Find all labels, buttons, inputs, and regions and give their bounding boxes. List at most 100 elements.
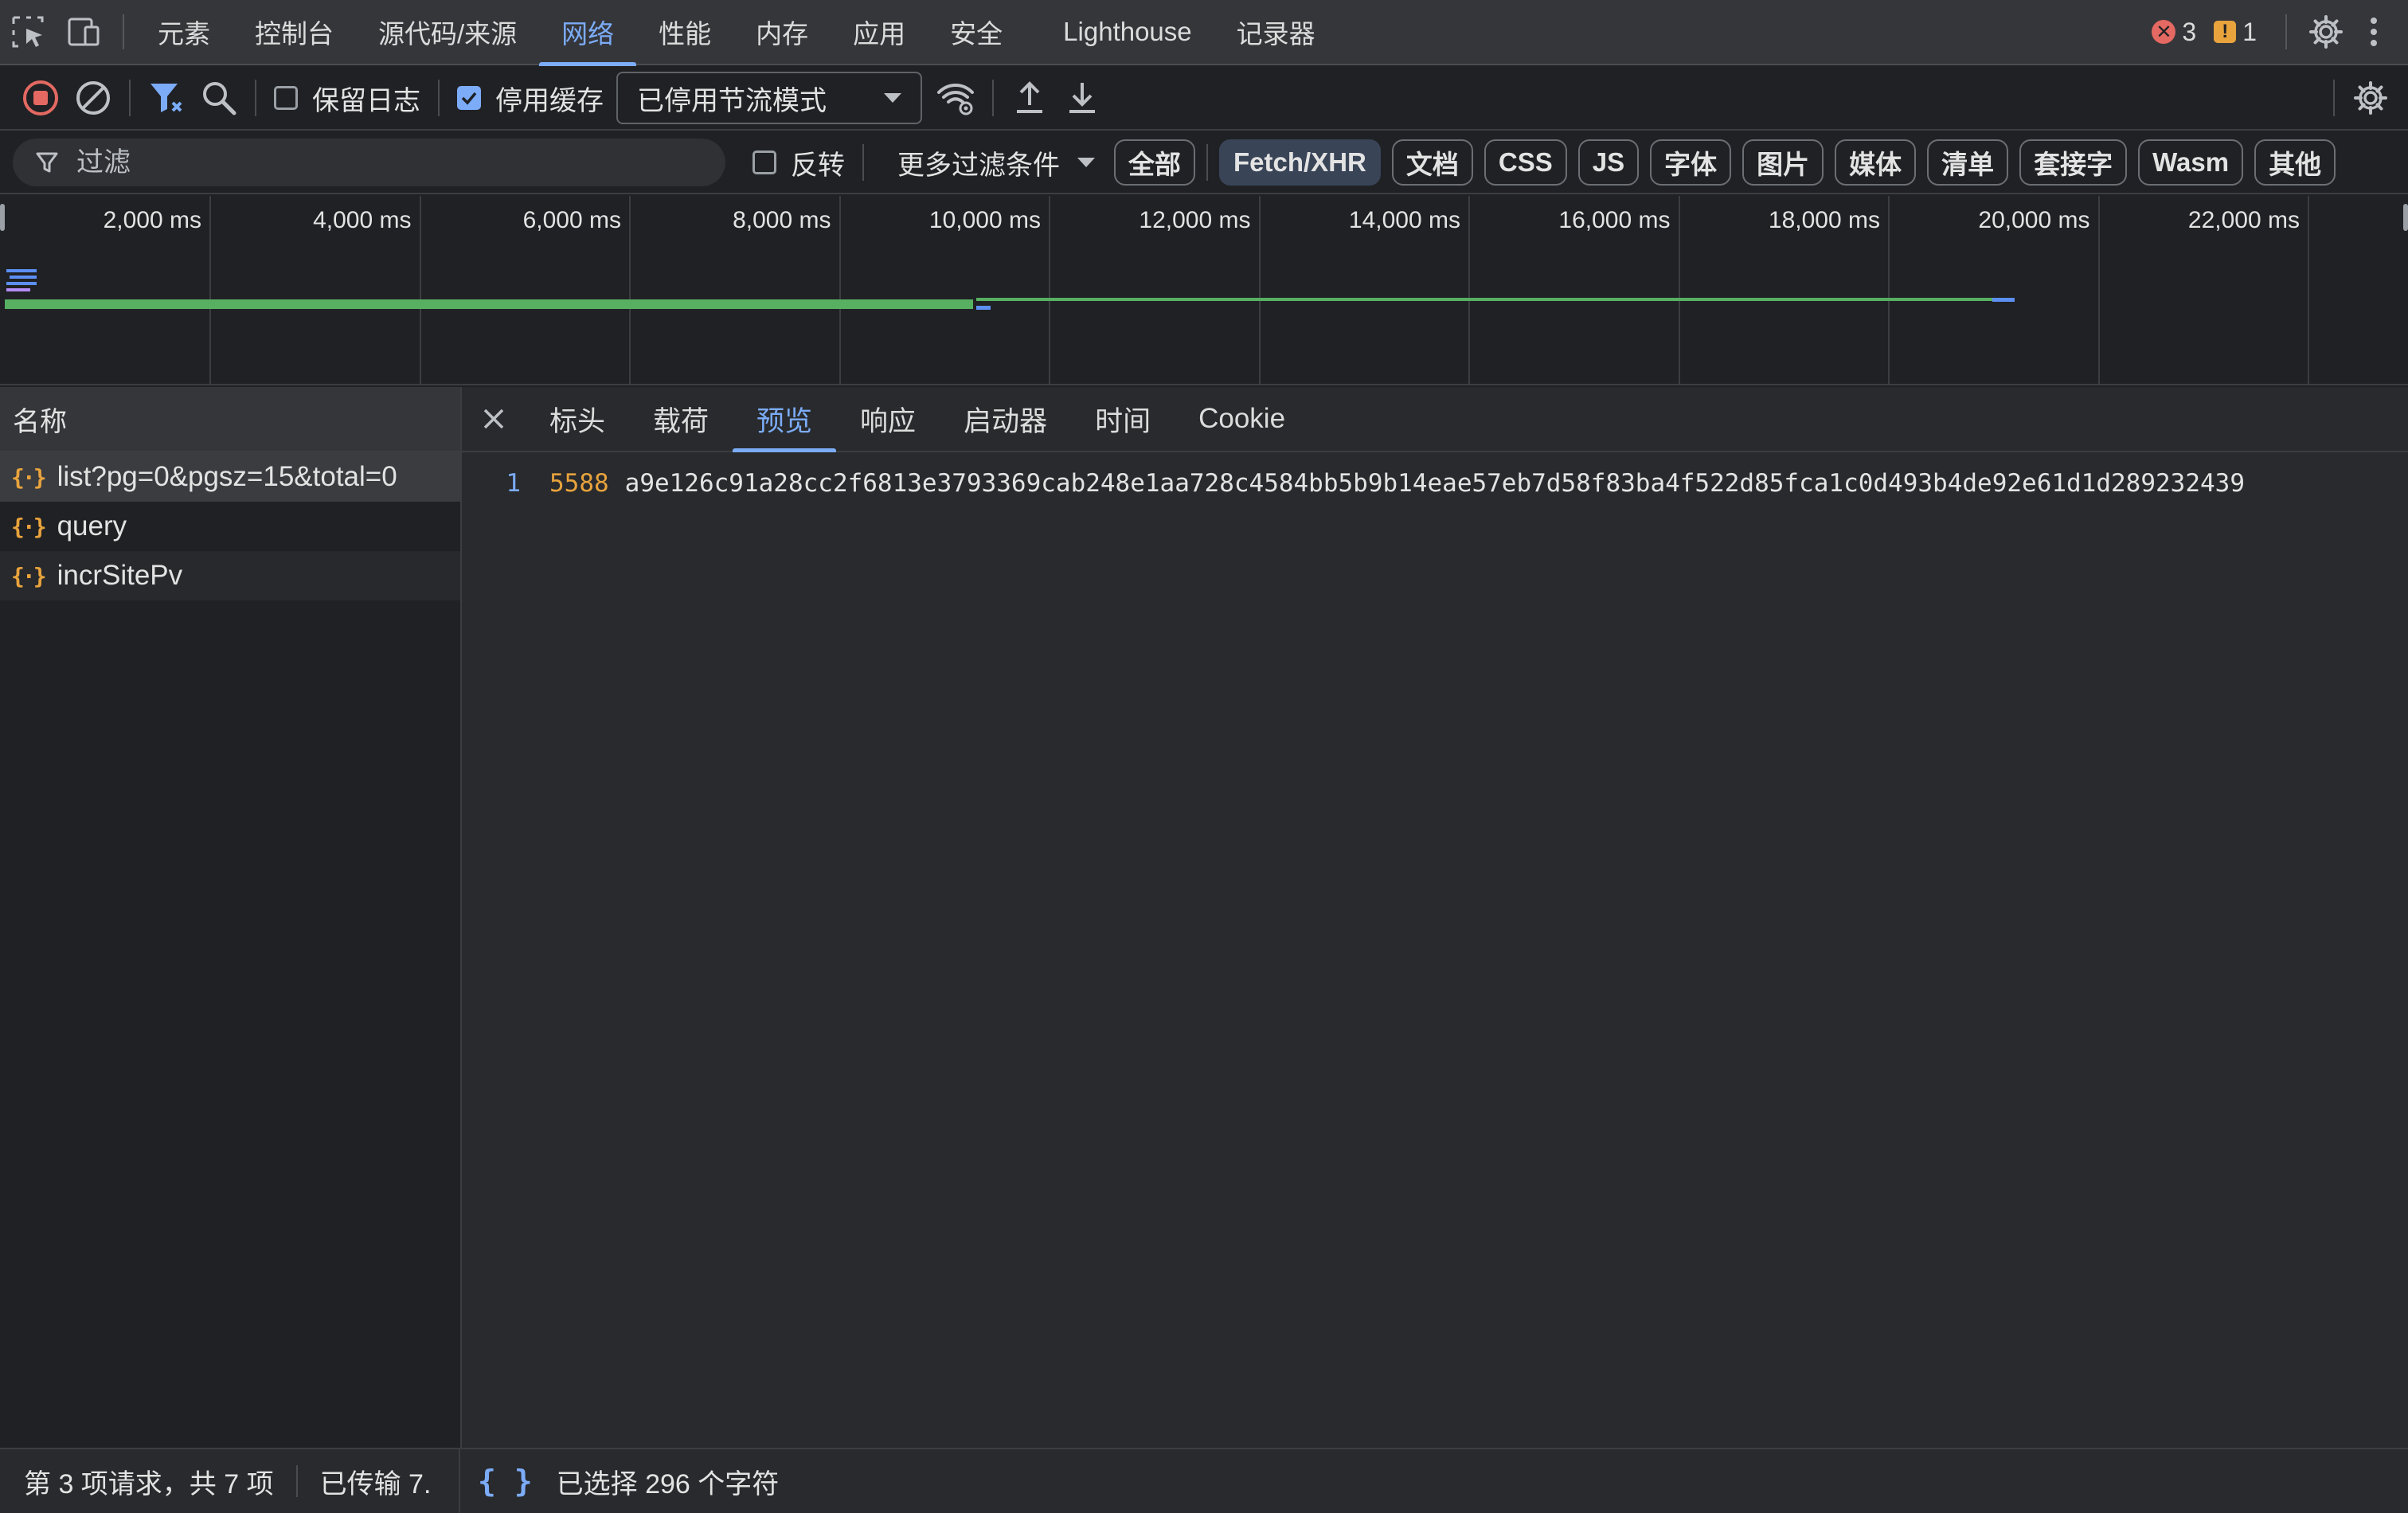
disable-cache-check-box[interactable] [457,86,481,110]
type-filter-chip-1[interactable]: Fetch/XHR [1219,139,1381,186]
request-name: query [57,510,127,541]
type-filter-chip-6[interactable]: 图片 [1742,139,1824,186]
chip-divider [1206,144,1208,181]
timeline-right-handle[interactable] [2403,204,2408,231]
selection-summary: 已选择 296 个字符 [556,1468,780,1499]
panel-tab-0[interactable]: 元素 [135,0,233,65]
timeline-overview[interactable]: 2,000 ms 4,000 ms 6,000 ms 8,000 ms 10,000 m… [0,196,2408,385]
filter-active-icon [150,84,182,112]
request-count-summary: 第 3 项请求，共 7 项 [24,1468,274,1499]
details-tab-bar: 标头 载荷 预览 响应 启动器 时间 Cookie [462,387,2408,452]
error-icon: ✕ [2152,20,2176,44]
settings-button[interactable] [2298,0,2354,65]
timeline-bar-download [6,269,37,272]
panel-tab-5[interactable]: 内存 [733,0,831,65]
type-filter-chip-11[interactable]: 其他 [2254,139,2336,186]
panel-tab-9[interactable]: 记录器 [1214,0,1338,65]
name-column-header[interactable]: 名称 [0,387,460,452]
timeline-left-handle[interactable] [0,204,5,231]
export-har-button[interactable] [1056,72,1108,124]
type-filter-chip-2[interactable]: 文档 [1391,139,1473,186]
request-row[interactable]: {·} list?pg=0&pgsz=15&total=0 [0,452,460,502]
more-filters-label: 更多过滤条件 [897,150,1060,181]
type-filter-chip-4[interactable]: JS [1577,139,1640,186]
network-conditions-button[interactable] [930,72,983,124]
panel-tab-8[interactable]: Lighthouse [1041,0,1214,65]
timeline-tick-label: 2,000 ms [103,207,201,233]
type-filter-chip-5[interactable]: 字体 [1650,139,1732,186]
panel-tab-1[interactable]: 控制台 [233,0,356,65]
details-tab-4[interactable]: 启动器 [940,387,1071,451]
timeline-bar-download [10,276,37,279]
gear-icon [2309,15,2343,49]
filter-input[interactable] [75,146,699,179]
device-toggle-icon [68,18,100,46]
disable-cache-checkbox[interactable]: 停用缓存 [457,79,604,118]
fetch-xhr-icon: {·} [11,513,47,540]
preserve-log-check-box[interactable] [274,86,298,110]
import-har-button[interactable] [1003,72,1056,124]
error-count[interactable]: ✕ 3 [2152,18,2196,47]
more-filters-dropdown[interactable]: 更多过滤条件 [897,143,1095,182]
devtools-tab-bar: 元素 控制台 源代码/来源 网络 性能 内存 应用 安全 Lighthouse 记录器 ✕ 3 !… [0,0,2408,66]
warning-count[interactable]: ! 1 [2214,18,2257,47]
timeline-bar-waiting [5,299,973,309]
request-row[interactable]: {·} incrSitePv [0,551,460,600]
filter-bar: 反转 更多过滤条件 全部 Fetch/XHR文档CSSJS字体图片媒体清单套接字W… [0,132,2408,194]
network-settings-button[interactable] [2344,72,2397,124]
details-tab-6[interactable]: Cookie [1175,387,1309,451]
type-filter-chip-10[interactable]: Wasm [2138,139,2244,186]
clear-button[interactable] [67,72,119,124]
search-button[interactable] [193,72,245,124]
chevron-down-icon [884,93,901,103]
filter-toggle-button[interactable] [140,72,193,124]
device-toolbar-button[interactable] [56,0,111,65]
details-tab-1[interactable]: 载荷 [629,387,733,451]
network-summary: 第 3 项请求，共 7 项 已传输 7. [0,1449,460,1513]
details-tab-3[interactable]: 响应 [836,387,940,451]
preview-line[interactable]: 1 5588 a9e126c91a28cc2f6813e3793369cab24… [462,463,2408,503]
status-bar: 第 3 项请求，共 7 项 已传输 7. { } 已选择 296 个字符 [0,1448,2408,1513]
preserve-log-checkbox[interactable]: 保留日志 [274,79,420,118]
pretty-print-icon[interactable]: { } [478,1464,533,1499]
timeline-gridline [838,196,841,384]
stop-recording-button[interactable] [14,72,67,124]
preview-status: { } 已选择 296 个字符 [460,1462,779,1501]
panel-tab-6[interactable]: 应用 [831,0,928,65]
network-toolbar: 保留日志 停用缓存 已停用节流模式 [0,67,2408,131]
type-filter-chip-9[interactable]: 套接字 [2019,139,2128,186]
type-filter-chip-3[interactable]: CSS [1484,139,1567,186]
request-row[interactable]: {·} query [0,502,460,551]
fetch-xhr-icon: {·} [11,562,47,589]
more-options-button[interactable] [2354,0,2394,65]
timeline-bar-queue [6,288,30,291]
type-filter-chip-7[interactable]: 媒体 [1835,139,1917,186]
status-divider [295,1465,298,1497]
panel-tab-3[interactable]: 网络 [539,0,637,66]
type-filter-chip-8[interactable]: 清单 [1927,139,2009,186]
panel-tab-7[interactable]: 安全 [928,0,1025,65]
request-list-pane: 名称 {·} list?pg=0&pgsz=15&total=0 {·} query{… [0,387,462,1449]
throttling-select[interactable]: 已停用节流模式 [616,72,922,124]
invert-check-box[interactable] [752,151,776,174]
inspect-element-button[interactable] [0,0,56,65]
panel-tab-4[interactable]: 性能 [636,0,733,65]
request-name: list?pg=0&pgsz=15&total=0 [57,461,397,492]
details-tab-5[interactable]: 时间 [1071,387,1175,451]
invert-label: 反转 [791,150,845,181]
timeline-tick-label: 6,000 ms [522,207,621,233]
timeline-tick-label: 12,000 ms [1139,207,1251,233]
preview-text-value: a9e126c91a28cc2f6813e3793369cab248e1aa72… [624,469,2245,498]
timeline-bar-download [6,282,37,285]
filter-field[interactable] [13,139,725,186]
close-details-button[interactable] [462,387,526,451]
details-tab-2[interactable]: 预览 [733,387,837,452]
timeline-gridline [1258,196,1261,384]
kebab-menu-icon [2371,18,2377,46]
invert-checkbox[interactable]: 反转 [752,143,845,182]
details-tab-0[interactable]: 标头 [526,387,629,451]
panel-tab-2[interactable]: 源代码/来源 [356,0,539,65]
filter-icon [36,152,58,173]
timeline-tick-label: 22,000 ms [2187,207,2300,233]
type-filter-chip-0[interactable]: 全部 [1114,139,1195,186]
